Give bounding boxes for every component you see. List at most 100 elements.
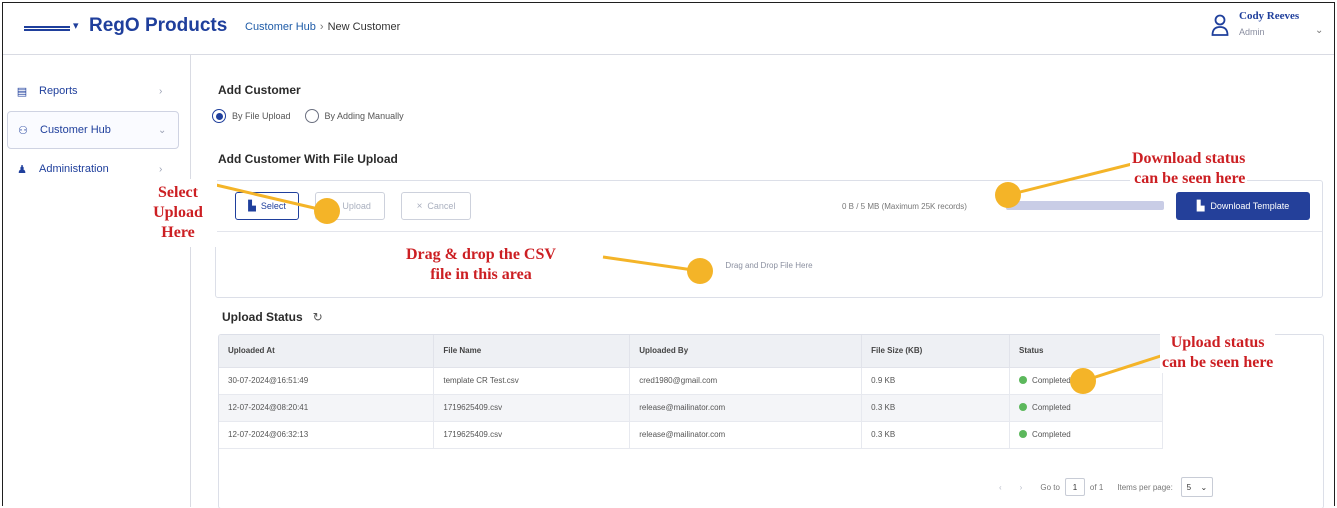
annotation-download-status: Download status can be seen here [1130, 149, 1248, 189]
cell-uploaded-at: 12-07-2024@06:32:13 [219, 421, 435, 449]
status-ok-icon [1019, 376, 1028, 384]
cell-file-name: 1719625409.csv [433, 394, 631, 422]
breadcrumb-current: New Customer [327, 21, 401, 33]
cell-status: Completed [1009, 421, 1163, 449]
annotation-text: can be seen here [1134, 170, 1246, 187]
radio-file-upload[interactable] [212, 109, 226, 123]
logo-dropdown-icon[interactable]: ▾ [73, 19, 79, 32]
column-uploaded-by[interactable]: Uploaded By [629, 335, 863, 368]
select-button-label: Select [260, 201, 286, 211]
annotation-text: Download status [1132, 150, 1246, 167]
drop-zone[interactable]: Drag and Drop File Here [216, 233, 1322, 297]
download-template-label: Download Template [1210, 201, 1290, 211]
drop-zone-text: Drag and Drop File Here [725, 260, 813, 270]
file-size-limit-text: 0 B / 5 MB (Maximum 25K records) [842, 202, 967, 211]
table-row: 30-07-2024@16:51:49 template CR Test.csv… [219, 367, 1163, 395]
user-role: Admin [1239, 27, 1265, 37]
chevron-down-icon: ⌄ [1200, 482, 1208, 492]
download-template-button[interactable]: ▙ Download Template [1176, 192, 1310, 220]
items-per-page-select[interactable]: 5 ⌄ [1180, 477, 1213, 497]
cell-uploaded-by: release@mailinator.com [629, 421, 863, 449]
cell-status: Completed [1009, 367, 1163, 395]
user-name[interactable]: Cody Reeves [1239, 10, 1299, 22]
cell-file-name: template CR Test.csv [433, 367, 631, 395]
close-icon: × [416, 200, 423, 212]
column-status[interactable]: Status [1009, 335, 1163, 368]
user-menu-chevron-icon[interactable]: ⌄ [1315, 25, 1323, 36]
upload-status-table: Uploaded At File Name Uploaded By File S… [218, 334, 1324, 508]
cell-uploaded-at: 12-07-2024@08:20:41 [219, 394, 435, 422]
status-table: Uploaded At File Name Uploaded By File S… [219, 335, 1163, 449]
upload-status-heading: Upload Status ↻ [222, 310, 323, 324]
cancel-button-label: Cancel [427, 201, 456, 211]
cell-uploaded-at: 30-07-2024@16:51:49 [219, 367, 435, 395]
annotation-text: Here [161, 224, 195, 241]
table-row: 12-07-2024@06:32:13 1719625409.csv relea… [219, 421, 1163, 449]
table-row: 12-07-2024@08:20:41 1719625409.csv relea… [219, 394, 1163, 422]
sidebar-item-label: Administration [39, 163, 109, 175]
cell-file-size: 0.3 KB [861, 394, 1011, 422]
refresh-icon[interactable]: ↻ [313, 310, 323, 324]
cell-file-size: 0.9 KB [861, 367, 1011, 395]
annotation-upload-status: Upload status can be seen here [1160, 333, 1276, 373]
prev-page-icon[interactable]: ‹ [999, 483, 1002, 492]
breadcrumb-customer-hub[interactable]: Customer Hub [245, 21, 316, 33]
annotation-drag-drop: Drag & drop the CSV file in this area [404, 245, 558, 285]
document-icon: ▤ [16, 85, 28, 98]
download-file-icon: ▙ [1196, 200, 1205, 212]
select-file-icon: ▙ [248, 200, 256, 212]
cell-file-size: 0.3 KB [861, 421, 1011, 449]
annotation-text: Upload [153, 204, 203, 221]
annotation-text: Upload status [1170, 334, 1265, 351]
sidebar-item-customer-hub[interactable]: ⚇ Customer Hub ⌄ [7, 111, 179, 149]
upload-icon: ⇪ [329, 200, 338, 212]
section-title-file-upload: Add Customer With File Upload [218, 152, 398, 166]
sidebar-item-reports[interactable]: ▤ Reports › [7, 72, 179, 110]
items-per-page-value: 5 [1186, 482, 1192, 492]
download-progress-bar [1006, 201, 1164, 210]
chevron-down-icon: ⌄ [158, 124, 167, 136]
radio-manual[interactable] [304, 109, 319, 123]
breadcrumb-separator: › [319, 21, 324, 33]
user-icon[interactable] [1211, 13, 1229, 37]
sidebar: ▤ Reports › ⚇ Customer Hub ⌄ ♟ Administr… [3, 55, 191, 507]
cell-uploaded-by: release@mailinator.com [629, 394, 863, 422]
radio-file-upload-label[interactable]: By File Upload [232, 111, 291, 121]
company-logo-icon [24, 26, 70, 31]
items-per-page-label: Items per page: [1117, 482, 1173, 492]
chevron-right-icon: › [159, 163, 163, 175]
cell-status: Completed [1009, 394, 1163, 422]
top-bar: ▾ RegO Products Customer Hub › New Custome… [3, 3, 1334, 55]
main-content: Add Customer By File Upload By Adding Ma… [191, 55, 1334, 508]
select-button[interactable]: ▙ Select [235, 192, 299, 220]
upload-button-label: Upload [342, 201, 371, 211]
cancel-button[interactable]: × Cancel [401, 192, 471, 220]
file-upload-panel: ▙ Select ⇪ Upload × Cancel 0 B / 5 MB (M… [215, 180, 1323, 298]
sidebar-item-label: Reports [39, 85, 78, 97]
column-uploaded-at[interactable]: Uploaded At [219, 335, 435, 368]
app-window: ▾ RegO Products Customer Hub › New Custome… [2, 2, 1335, 508]
cell-uploaded-by: cred1980@gmail.com [629, 367, 863, 395]
status-text: Completed [1032, 376, 1071, 385]
page-count: of 1 [1089, 482, 1104, 492]
add-mode-radio-group: By File Upload By Adding Manually [212, 109, 418, 123]
sidebar-item-label: Customer Hub [40, 124, 111, 136]
table-header-row: Uploaded At File Name Uploaded By File S… [219, 335, 1163, 368]
radio-manual-label[interactable]: By Adding Manually [325, 111, 404, 121]
pagination: ‹ › Go to 1 of 1 Items per page: 5 ⌄ [999, 477, 1213, 497]
people-icon: ⚇ [18, 124, 28, 137]
status-ok-icon [1019, 430, 1028, 438]
column-file-name[interactable]: File Name [433, 335, 631, 368]
annotation-text: Drag & drop the CSV [406, 246, 556, 263]
cell-file-name: 1719625409.csv [433, 421, 631, 449]
goto-label: Go to [1040, 482, 1060, 492]
chevron-right-icon: › [159, 85, 163, 97]
column-file-size[interactable]: File Size (KB) [861, 335, 1011, 368]
upload-button[interactable]: ⇪ Upload [315, 192, 385, 220]
admin-icon: ♟ [17, 163, 27, 176]
status-ok-icon [1019, 403, 1028, 411]
page-number-input[interactable]: 1 [1064, 478, 1085, 496]
annotation-select-upload: Select Upload Here [139, 179, 217, 247]
page-title: Add Customer [218, 83, 301, 97]
next-page-icon[interactable]: › [1020, 483, 1023, 492]
